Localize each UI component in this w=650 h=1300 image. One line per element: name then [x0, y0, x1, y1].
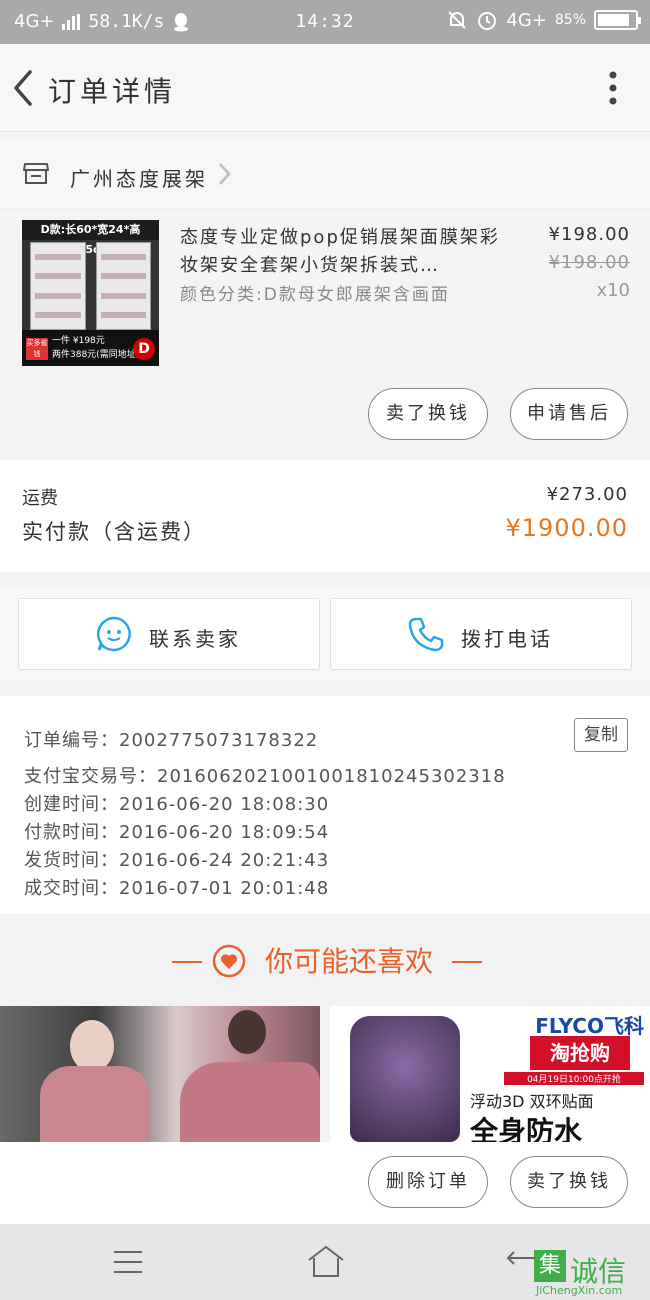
- chat-bubble-icon: [96, 616, 131, 652]
- store-icon: [23, 163, 49, 184]
- divider-right: [452, 961, 482, 963]
- battery-fill: [598, 14, 629, 26]
- paid-value: ¥1900.00: [505, 514, 628, 542]
- thumb-logo: D: [133, 338, 155, 360]
- promo-badge: 淘抢购: [530, 1036, 630, 1070]
- network-label-right: 4G+: [506, 9, 547, 31]
- product-original-price: ¥198.00: [548, 252, 630, 273]
- fee-summary: 运费 ¥273.00 实付款（含运费） ¥1900.00: [0, 460, 650, 572]
- after-sale-button[interactable]: 申请售后: [510, 388, 628, 440]
- chevron-left-icon[interactable]: [8, 66, 44, 110]
- contact-seller-label: 联系卖家: [149, 627, 241, 651]
- shipping-label: 运费: [22, 488, 58, 509]
- chevron-right-icon: [219, 163, 231, 185]
- bottom-actions: 删除订单 卖了换钱: [0, 1142, 650, 1224]
- menu-icon[interactable]: [112, 1248, 144, 1276]
- recommend-title: 你可能还喜欢: [264, 945, 433, 978]
- status-right: 4G+ 85%: [446, 9, 641, 31]
- alarm-icon: [478, 12, 497, 30]
- phone-icon: [408, 617, 444, 652]
- feature-line2: 全身防水: [470, 1115, 583, 1142]
- app-header: 订单详情: [0, 44, 650, 132]
- product-title[interactable]: 态度专业定做pop促销展架面膜架彩妆架安全套架小货架拆装式…: [180, 224, 500, 280]
- shaver-product-image[interactable]: FLYCO飞科 淘抢购 04月19日10:00点开抢 浮动3D 双环贴面 全身防…: [330, 1006, 650, 1142]
- status-bar: 4G+ 58.1K/s 14:32 4G+ 85%: [0, 0, 650, 44]
- watermark: 集 诚信 JiChengXin.com: [530, 1250, 650, 1300]
- alipay-number: 支付宝交易号：2016062021001001810245302318: [24, 766, 506, 787]
- completed-time: 成交时间：2016-07-01 20:01:48: [24, 878, 330, 899]
- page-title: 订单详情: [48, 75, 177, 108]
- sell-button-bottom[interactable]: 卖了换钱: [510, 1156, 628, 1208]
- order-number: 订单编号：2002775073178322: [24, 730, 319, 751]
- shop-name: 广州态度展架: [70, 167, 208, 191]
- watermark-logo: 集: [534, 1250, 566, 1282]
- product-quantity: x10: [596, 280, 630, 301]
- call-phone-button[interactable]: 拨打电话: [330, 598, 632, 670]
- feature-line1: 浮动3D 双环贴面: [470, 1092, 594, 1111]
- copy-button[interactable]: 复制: [574, 718, 628, 752]
- created-time: 创建时间：2016-06-20 18:08:30: [24, 794, 330, 815]
- product-thumbnail[interactable]: D款:长60*宽24*高145cm 一件 ¥198元 两件388元(需同地址) …: [22, 220, 159, 366]
- watermark-url: JiChengXin.com: [536, 1284, 623, 1297]
- home-icon[interactable]: [306, 1244, 346, 1280]
- call-phone-label: 拨打电话: [461, 627, 553, 651]
- shipping-value: ¥273.00: [546, 484, 628, 505]
- mute-icon: [448, 11, 467, 29]
- recommend-header: 你可能还喜欢: [0, 916, 650, 1006]
- delete-order-button[interactable]: 删除订单: [368, 1156, 488, 1208]
- fashion-product-image[interactable]: [0, 1006, 320, 1142]
- sell-button[interactable]: 卖了换钱: [368, 388, 488, 440]
- product-price: ¥198.00: [548, 224, 630, 245]
- shipped-time: 发货时间：2016-06-24 20:21:43: [24, 850, 330, 871]
- order-info: 订单编号：2002775073178322 复制 支付宝交易号：20160620…: [0, 696, 650, 914]
- product-spec: 颜色分类:D款母女郎展架含画面: [180, 285, 450, 305]
- contact-seller-button[interactable]: 联系卖家: [18, 598, 320, 670]
- battery-percent: 85%: [554, 12, 586, 28]
- paid-label: 实付款（含运费）: [22, 520, 206, 544]
- brand-label: FLYCO飞科: [535, 1014, 644, 1038]
- shop-row[interactable]: 广州态度展架: [0, 139, 650, 209]
- thumb-banner: D款:长60*宽24*高145cm: [22, 220, 159, 256]
- promo-date: 04月19日10:00点开抢: [504, 1072, 644, 1085]
- battery-icon: [594, 10, 641, 30]
- contact-section: 联系卖家 拨打电话: [0, 588, 650, 680]
- shaver-image: [350, 1016, 460, 1142]
- more-vertical-icon[interactable]: [606, 70, 620, 106]
- display-racks-image: [30, 242, 151, 330]
- paid-time: 付款时间：2016-06-20 18:09:54: [24, 822, 330, 843]
- product-item[interactable]: D款:长60*宽24*高145cm 一件 ¥198元 两件388元(需同地址) …: [0, 210, 650, 454]
- thumb-tag: 买多省钱: [26, 338, 48, 360]
